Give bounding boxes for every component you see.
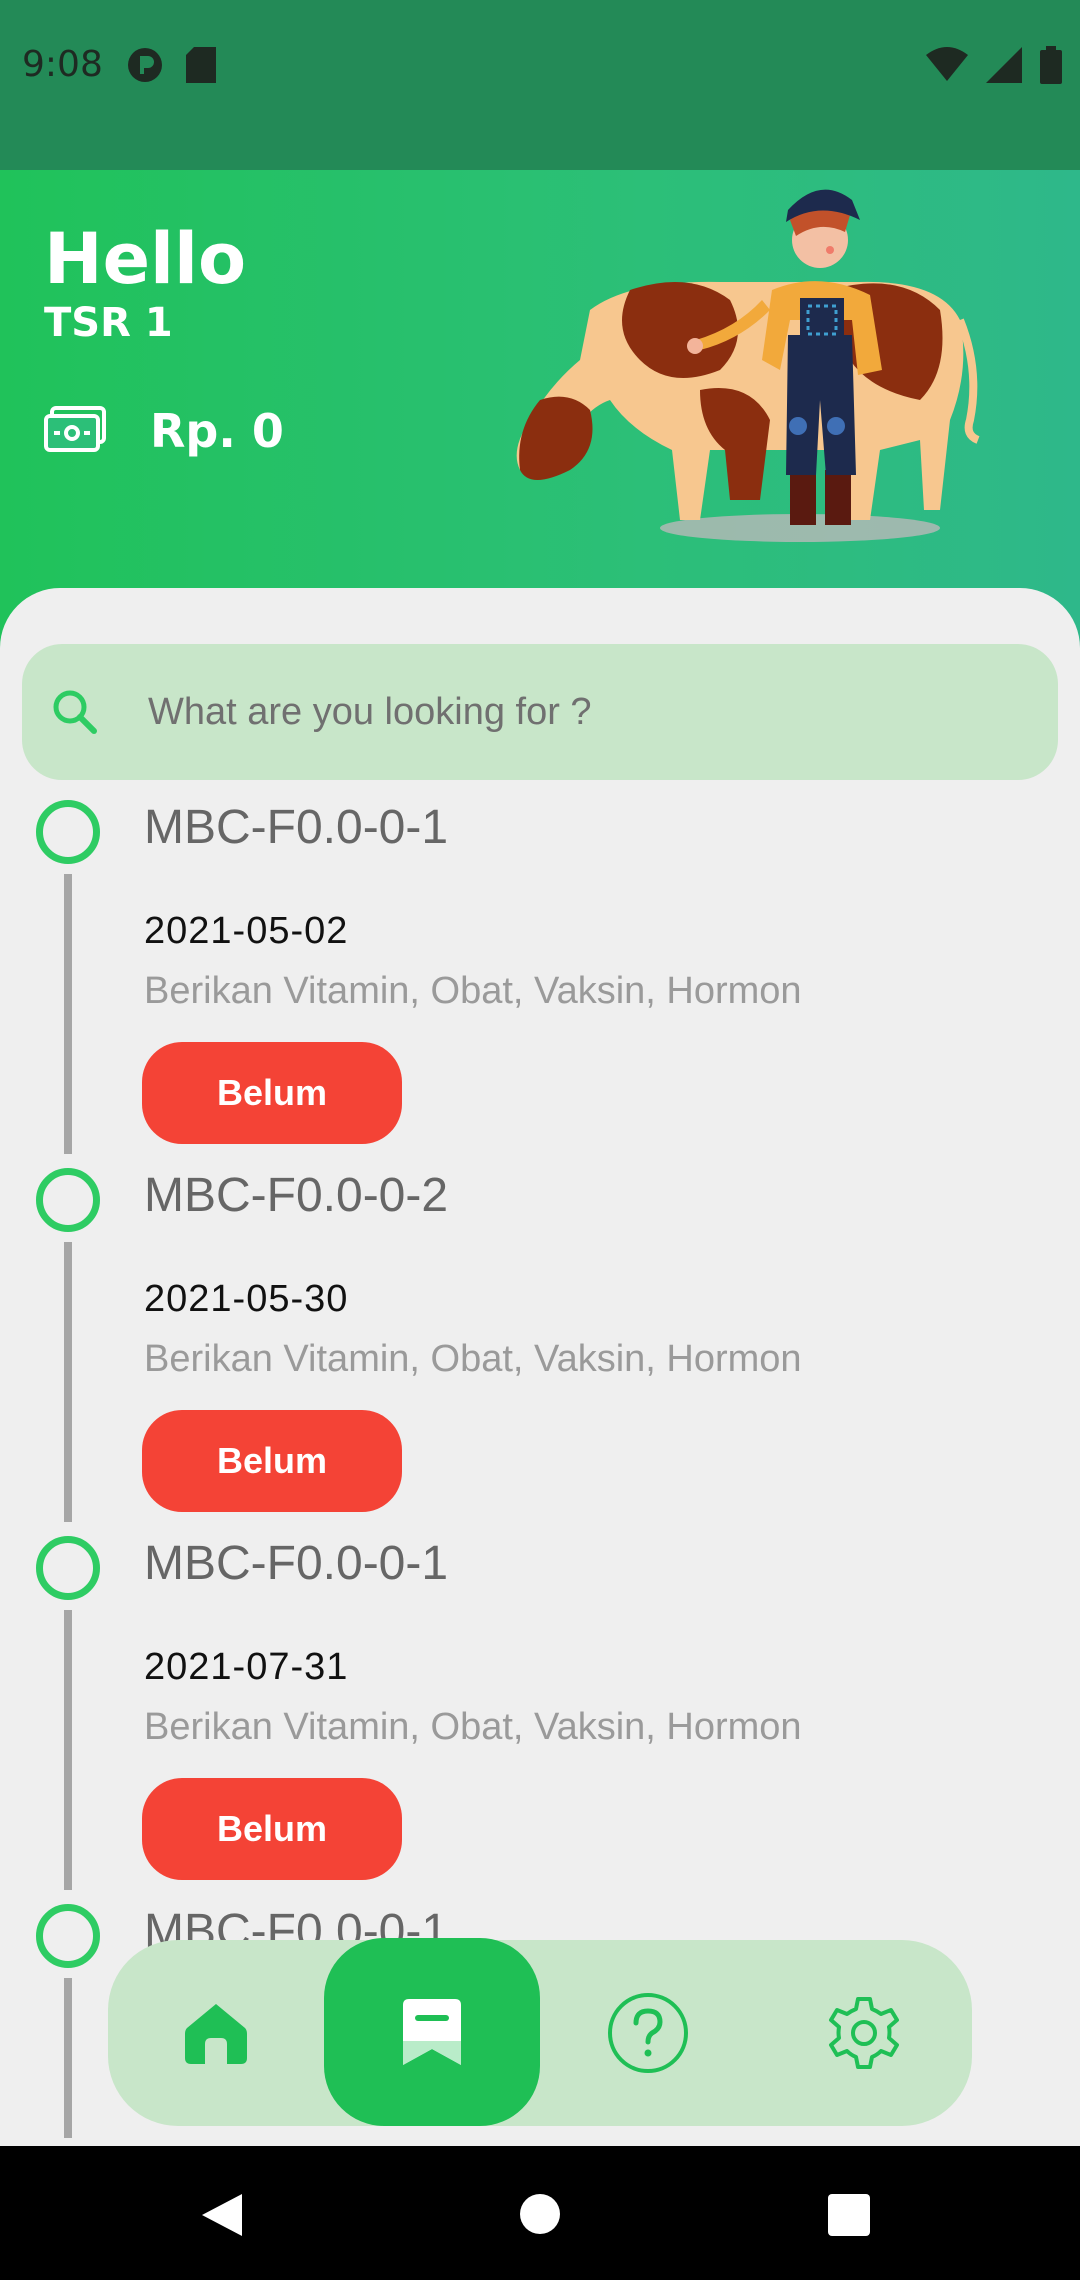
item-description: Berikan Vitamin, Obat, Vaksin, Hormon [144, 1706, 802, 1748]
header-banner: Hello TSR 1 Rp. 0 [0, 170, 1080, 650]
sd-card-icon [186, 47, 216, 83]
item-title: MBC-F0.0-0-2 [144, 1169, 449, 1222]
farmer-cow-illustration [516, 189, 980, 542]
status-button[interactable]: Belum [142, 1410, 402, 1512]
item-date: 2021-07-31 [144, 1646, 349, 1688]
status-time: 9:08 [22, 44, 103, 85]
settings-icon [829, 1997, 899, 2069]
timeline-item[interactable]: MBC-F0.0-0-2 2021-05-30 Berikan Vitamin,… [0, 1158, 1080, 1526]
nav-schedule-button[interactable] [324, 1938, 540, 2126]
money-icon [44, 406, 106, 452]
timeline-connector [64, 1610, 72, 1890]
item-description: Berikan Vitamin, Obat, Vaksin, Hormon [144, 1338, 802, 1380]
back-icon[interactable] [198, 2192, 244, 2238]
home-circle-icon[interactable] [520, 2194, 560, 2234]
greeting-text: Hello [44, 218, 247, 300]
timeline-item[interactable]: MBC-F0.0-0-1 2021-05-02 Berikan Vitamin,… [0, 790, 1080, 1158]
status-button[interactable]: Belum [142, 1778, 402, 1880]
timeline-connector [64, 1978, 72, 2138]
item-description: Berikan Vitamin, Obat, Vaksin, Hormon [144, 970, 802, 1012]
nav-help-button[interactable] [540, 1940, 756, 2126]
nav-home-button[interactable] [108, 1940, 324, 2126]
search-icon [53, 690, 97, 734]
username-text: TSR 1 [44, 300, 173, 346]
item-date: 2021-05-30 [144, 1278, 349, 1320]
system-navigation-bar [0, 2146, 1080, 2280]
status-button[interactable]: Belum [142, 1042, 402, 1144]
wifi-icon [926, 47, 968, 81]
timeline-node-icon [36, 1168, 100, 1232]
balance-text: Rp. 0 [150, 404, 284, 458]
home-icon [185, 2004, 247, 2064]
search-input[interactable] [148, 690, 948, 734]
search-bar[interactable] [22, 644, 1058, 780]
timeline-item[interactable]: MBC-F0.0-0-1 2021-07-31 Berikan Vitamin,… [0, 1526, 1080, 1894]
recent-apps-icon[interactable] [828, 2194, 870, 2236]
cell-signal-icon [986, 47, 1022, 83]
item-title: MBC-F0.0-0-1 [144, 801, 449, 854]
status-bar: 9:08 [0, 0, 1080, 170]
nav-settings-button[interactable] [756, 1940, 972, 2126]
item-date: 2021-05-02 [144, 910, 349, 952]
item-title: MBC-F0.0-0-1 [144, 1537, 449, 1590]
battery-icon [1040, 46, 1062, 84]
timeline-connector [64, 874, 72, 1154]
timeline-connector [64, 1242, 72, 1522]
timeline-node-icon [36, 800, 100, 864]
app-notification-icon [128, 48, 162, 82]
status-system-icons [926, 46, 1062, 84]
schedule-icon [403, 1999, 461, 2065]
timeline-node-icon [36, 1536, 100, 1600]
bottom-navigation [108, 1938, 972, 2126]
status-notification-icons [126, 46, 216, 84]
help-icon [608, 1993, 688, 2073]
timeline-node-icon [36, 1904, 100, 1968]
